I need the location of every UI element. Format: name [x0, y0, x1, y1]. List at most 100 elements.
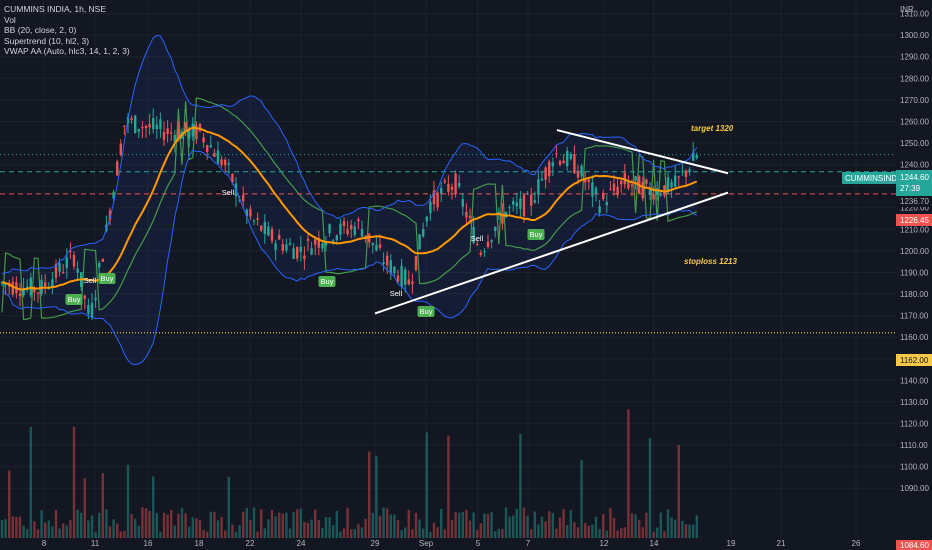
y-tick-label: 1090.00	[900, 484, 929, 493]
y-tick-label: 1100.00	[900, 463, 929, 472]
volume-bar	[677, 444, 680, 538]
candle-body	[486, 241, 490, 247]
volume-bar	[490, 512, 493, 538]
volume-bar	[90, 515, 94, 538]
candle-body	[281, 244, 284, 251]
price-chart[interactable]: Buy Sell Buy Sell Buy Sell Buy Sell Buy target 1…	[0, 0, 932, 550]
x-tick-label: 14	[650, 539, 659, 548]
candle-body	[148, 123, 151, 128]
legend-bollinger[interactable]: BB (20, close, 2, 0)	[4, 25, 130, 36]
volume-bar	[576, 527, 580, 538]
candle-body	[191, 123, 194, 137]
candle-body	[44, 282, 47, 287]
legend-vwap[interactable]: VWAP AA (Auto, hlc3, 14, 1, 2, 3)	[4, 46, 130, 57]
volume-bar	[220, 517, 223, 538]
volume-bar	[663, 531, 666, 538]
candle-body	[303, 255, 306, 260]
y-tick-label: 1200.00	[900, 247, 929, 256]
volume-bar	[112, 519, 115, 538]
candle-body	[468, 216, 472, 218]
legend-supertrend[interactable]: Supertrend (10, hl2, 3)	[4, 36, 130, 47]
candle-body	[414, 255, 418, 270]
candle-body	[72, 254, 76, 267]
volume-bar	[486, 514, 490, 538]
x-tick-label: 16	[144, 539, 153, 548]
y-tick-label: 1180.00	[900, 290, 929, 299]
red-level-badge: 1226.45	[900, 216, 929, 225]
volume-bar	[594, 516, 598, 538]
candle-body	[558, 160, 562, 165]
candle-body	[119, 143, 122, 156]
candle-body	[576, 170, 580, 178]
buy-signal: Buy	[68, 295, 81, 304]
candle-body	[494, 227, 497, 231]
x-tick-label: 22	[246, 539, 255, 548]
candle-body	[659, 194, 662, 196]
candle-body	[310, 248, 313, 255]
candle-body	[555, 153, 558, 155]
candle-body	[155, 124, 158, 130]
volume-bar	[605, 530, 608, 538]
candle-body	[479, 252, 482, 256]
candle-body	[137, 128, 140, 132]
candle-body	[332, 240, 335, 242]
candle-body	[522, 195, 526, 217]
volume-bar	[634, 514, 637, 538]
candle-body	[616, 186, 619, 196]
volume-bar	[76, 509, 79, 538]
candle-body	[393, 266, 396, 274]
volume-bar	[695, 515, 698, 538]
volume-bar	[256, 531, 259, 538]
legend-volume[interactable]: Vol	[4, 15, 130, 26]
volume-bar	[371, 512, 374, 538]
y-tick-label: 1300.00	[900, 31, 929, 40]
volume-bar	[195, 518, 198, 538]
price-axis[interactable]: INR 1310.001300.001290.001280.001270.001…	[896, 0, 932, 550]
volume-bar	[353, 529, 356, 538]
volume-bar	[80, 512, 83, 538]
volume-bar	[648, 438, 652, 538]
volume-bar	[288, 528, 292, 538]
volume-bar	[566, 524, 569, 538]
volume-bar	[641, 527, 644, 538]
stoploss-annotation: stoploss 1213	[684, 257, 737, 266]
x-tick-label: 19	[727, 539, 736, 548]
volume-bar	[569, 510, 572, 538]
candle-body	[620, 180, 623, 185]
candle-body	[677, 176, 680, 178]
candle-body	[404, 269, 407, 285]
volume-bar	[692, 524, 695, 538]
volume-bar	[324, 517, 328, 538]
volume-bar	[40, 510, 43, 538]
candle-body	[224, 160, 227, 166]
volume-bar	[47, 520, 50, 538]
y-tick-label: 1260.00	[900, 117, 929, 126]
candle-body	[335, 235, 338, 241]
candle-body	[166, 128, 169, 135]
volume-bar	[666, 509, 670, 538]
volume-bar	[252, 507, 256, 538]
chart-legend: CUMMINS INDIA, 1h, NSE Vol BB (20, close…	[4, 4, 130, 57]
volume-bar	[515, 508, 518, 538]
sell-signal: Sell	[84, 276, 97, 285]
candle-body	[591, 182, 594, 197]
x-tick-label: 29	[371, 539, 380, 548]
volume-bar	[591, 524, 594, 538]
volume-bar	[15, 516, 18, 538]
candle-body	[587, 179, 590, 182]
volume-bar	[497, 529, 500, 538]
volume-bar	[533, 511, 536, 538]
candle-body	[321, 243, 324, 249]
volume-bar	[400, 530, 403, 538]
volume-bar	[285, 512, 288, 538]
candle-body	[440, 188, 443, 194]
candle-body	[296, 247, 299, 259]
volume-bar	[54, 509, 58, 538]
volume-bar	[209, 511, 212, 538]
candle-body	[584, 180, 587, 183]
volume-bar	[389, 514, 392, 538]
time-axis[interactable]: 8 11 16 18 22 24 29 Sep 5 7 12 14 19 21 26	[42, 539, 861, 548]
legend-symbol[interactable]: CUMMINS INDIA, 1h, NSE	[4, 4, 130, 15]
y-tick-label: 1140.00	[900, 376, 929, 385]
volume-bar	[522, 507, 526, 538]
